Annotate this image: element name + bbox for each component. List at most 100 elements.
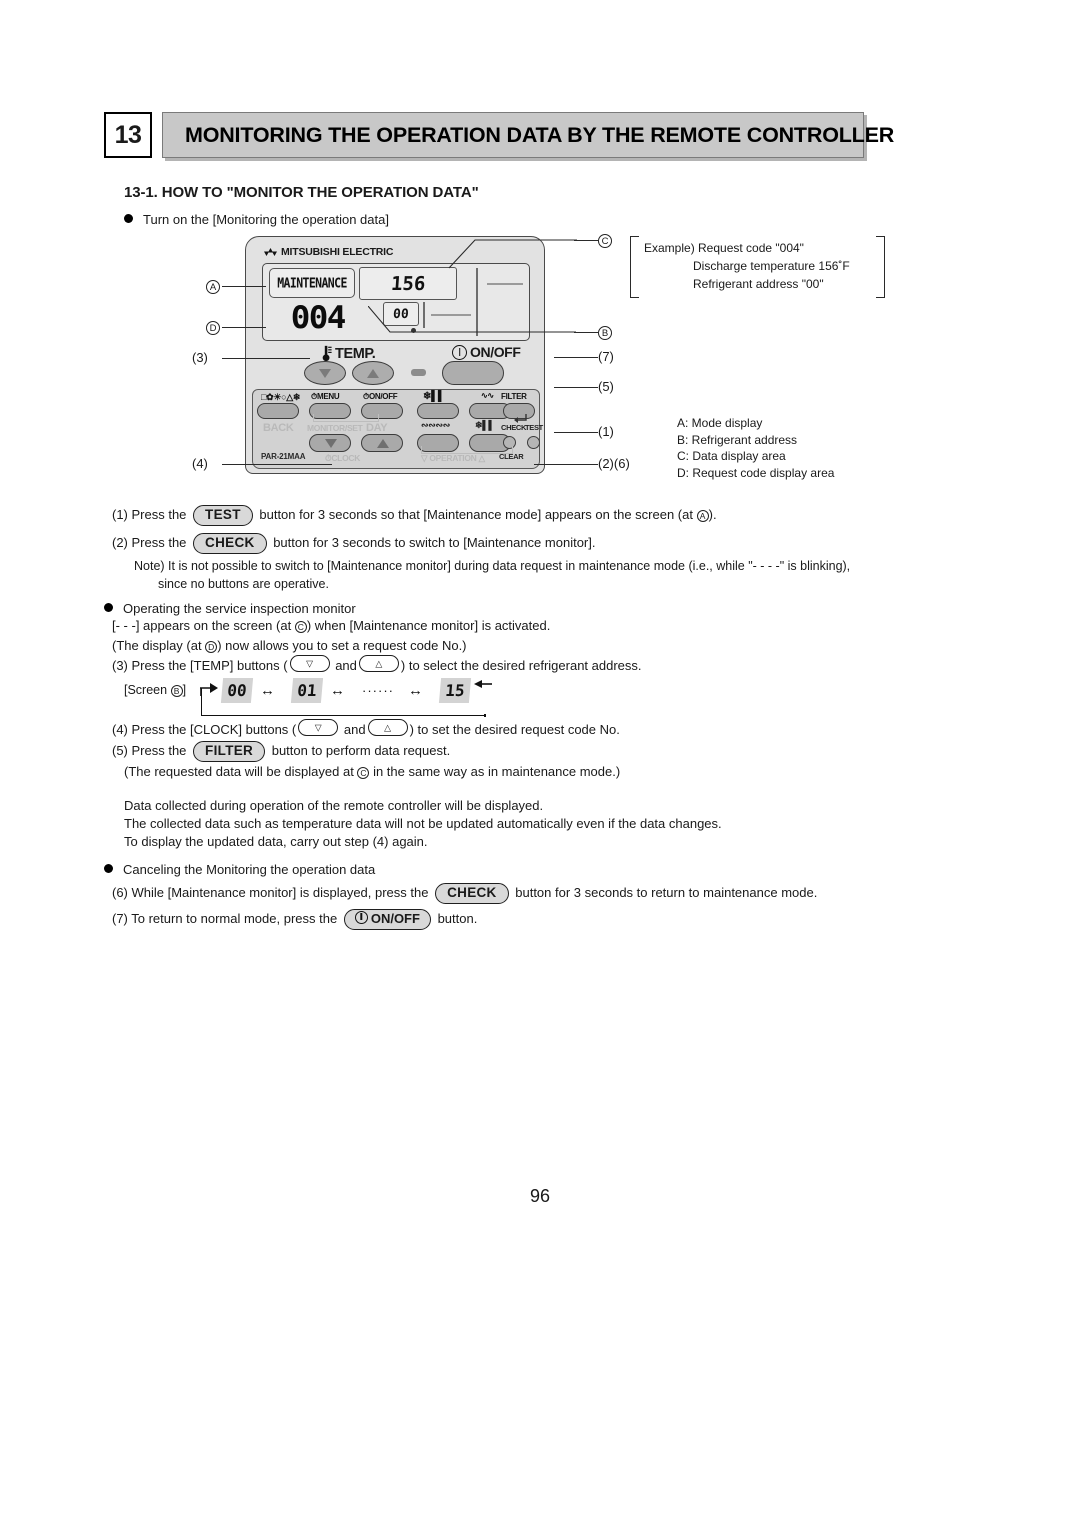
paragraph-3: To display the updated data, carry out s…	[124, 834, 428, 849]
enter-arrow-icon	[514, 414, 527, 423]
callout-4-leader	[222, 464, 332, 466]
seq-loop-end	[484, 714, 486, 717]
step-5-note-pre: (The requested data will be displayed at	[124, 764, 354, 779]
callout-5: (5)	[598, 379, 614, 394]
clock-up-button[interactable]	[361, 434, 403, 452]
filter-key-button[interactable]: FILTER	[193, 741, 266, 762]
controller-lower-panel: □✿☀○△❄ ⏱MENU ⏱ON/OFF ❄▌▌ ∿∿ FILTER BACK …	[252, 389, 543, 469]
step-2-post: button for 3 seconds to switch to [Maint…	[273, 535, 596, 550]
monitor-line-1-post: ) when [Maintenance monitor] is activate…	[306, 618, 551, 633]
step-7-pre: (7) To return to normal mode, press the	[112, 911, 338, 926]
lcd-mode-display-area: MAINTENANCE	[269, 268, 355, 298]
operation-sub-label: ▽ OPERATION △	[421, 453, 485, 463]
temp-label-text: TEMP.	[335, 345, 376, 362]
chapter-number: 13	[104, 112, 152, 158]
step-7: (7) To return to normal mode, press the …	[112, 909, 477, 930]
day-sub-label: DAY	[366, 422, 388, 434]
callout-3-leader	[222, 358, 310, 360]
ref-C: C	[357, 767, 370, 779]
callout-3: (3)	[192, 350, 208, 365]
onoff-key-button[interactable]: ON/OFF	[343, 909, 431, 930]
example-line-3: Refrigerant address "00"	[693, 277, 824, 291]
step-1: (1) Press the TEST button for 3 seconds …	[112, 505, 717, 526]
callout-B-mark: B	[598, 326, 612, 340]
model-label: PAR-21MAA	[261, 452, 306, 461]
step-4: (4) Press the [CLOCK] buttons (▽ and △) t…	[112, 719, 620, 739]
callout-7-leader	[554, 357, 598, 359]
clock-sub-label: ⏱CLOCK	[325, 453, 361, 463]
test-key-button[interactable]: TEST	[193, 505, 253, 526]
callout-1-leader	[554, 432, 598, 434]
step-1-end: ).	[708, 507, 717, 522]
step-6-post: button for 3 seconds to return to mainte…	[515, 885, 818, 900]
intro-bullet-text: Turn on the [Monitoring the operation da…	[143, 212, 389, 227]
step-4-mid: and	[343, 722, 366, 737]
triangle-up-icon	[367, 369, 379, 378]
step-3-pre: (3) Press the [TEMP] buttons (	[112, 658, 288, 673]
check-key-button[interactable]: CHECK	[193, 533, 267, 554]
monitor-line-1-pre: [- - -] appears on the screen (at	[112, 618, 292, 633]
temp-down-key[interactable]: ▽	[289, 655, 330, 672]
filter-icon-label: FILTER	[501, 392, 527, 401]
step-1-post: button for 3 seconds so that [Maintenanc…	[259, 507, 693, 522]
paragraph-1: Data collected during operation of the r…	[124, 798, 544, 813]
document-page: 13 MONITORING THE OPERATION DATA BY THE …	[0, 0, 1080, 1531]
step-2: (2) Press the CHECK button for 3 seconds…	[112, 533, 595, 554]
callout-B-leader	[574, 332, 598, 334]
page-number: 96	[529, 1186, 551, 1206]
chapter-title: MONITORING THE OPERATION DATA BY THE REM…	[185, 122, 895, 147]
back-sub-label: BACK	[263, 422, 294, 434]
fan-speed-icon: ❄▌▌	[423, 391, 445, 402]
step-3-mid: and	[335, 658, 357, 673]
group-bracket-1	[313, 414, 379, 422]
example-line-2: Discharge temperature 156˚F	[693, 259, 850, 273]
step-2-note-line-1: Note) It is not possible to switch to [M…	[134, 559, 851, 573]
fan-speed-button[interactable]	[417, 403, 459, 419]
step-6-pre: (6) While [Maintenance monitor] is displ…	[112, 885, 429, 900]
callout-D-mark: D	[206, 321, 220, 335]
clock-down-key[interactable]: ▽	[298, 719, 339, 736]
bullet-canceling-text: Canceling the Monitoring the operation d…	[123, 862, 376, 877]
bracket-right	[876, 236, 885, 298]
louver-level-icon: ❄▌▌	[475, 420, 495, 430]
triangle-up-glyph: △	[375, 658, 383, 668]
screen-tag-ref-B: B	[170, 685, 183, 697]
step-2-note-line-2: since no buttons are operative.	[158, 577, 329, 591]
lcd-data-value: 156	[390, 272, 426, 295]
power-icon	[452, 344, 467, 360]
clock-down-button[interactable]	[309, 434, 351, 452]
example-line-1: Example) Request code "004"	[644, 241, 804, 255]
mode-icons-row: □✿☀○△❄	[261, 392, 301, 402]
check-key-button-2[interactable]: CHECK	[435, 883, 509, 904]
triangle-down-icon	[325, 439, 337, 448]
onoff-label-text: ON/OFF	[470, 344, 521, 360]
timer-onoff-icon-label: ⏱ON/OFF	[363, 392, 398, 401]
operation-led-indicator	[411, 369, 426, 376]
step-6: (6) While [Maintenance monitor] is displ…	[112, 883, 817, 904]
callout-5-leader	[554, 387, 598, 389]
remote-controller-body: MITSUBISHI ELECTRIC MAINTENANCE 004 156 …	[245, 236, 545, 474]
legend-item: A: Mode display	[677, 416, 763, 430]
back-button[interactable]	[257, 403, 299, 419]
temp-up-button[interactable]	[352, 361, 394, 385]
temp-up-key[interactable]: △	[358, 655, 399, 672]
test-button[interactable]	[527, 436, 540, 449]
group-bracket-2	[421, 446, 513, 454]
bullet-dot-icon	[124, 214, 133, 223]
temp-down-button[interactable]	[304, 361, 346, 385]
bullet-canceling: Canceling the Monitoring the operation d…	[104, 862, 375, 877]
lcd-request-code-area: 004	[280, 300, 356, 336]
onoff-button[interactable]	[442, 361, 504, 385]
step-7-post: button.	[437, 911, 478, 926]
callout-C-pointer	[448, 239, 577, 269]
onoff-label: ON/OFF	[452, 344, 521, 360]
step-5: (5) Press the FILTER button to perform d…	[112, 741, 450, 762]
callout-C: C	[598, 233, 612, 248]
legend-item: B: Refrigerant address	[677, 432, 798, 447]
clock-up-key[interactable]: △	[367, 719, 408, 736]
step-5-post: button to perform data request.	[271, 743, 451, 758]
callout-2-6-leader	[534, 464, 598, 466]
triangle-down-glyph: ▽	[314, 722, 322, 732]
callout-4: (4)	[192, 456, 208, 471]
callout-B: B	[598, 325, 612, 340]
